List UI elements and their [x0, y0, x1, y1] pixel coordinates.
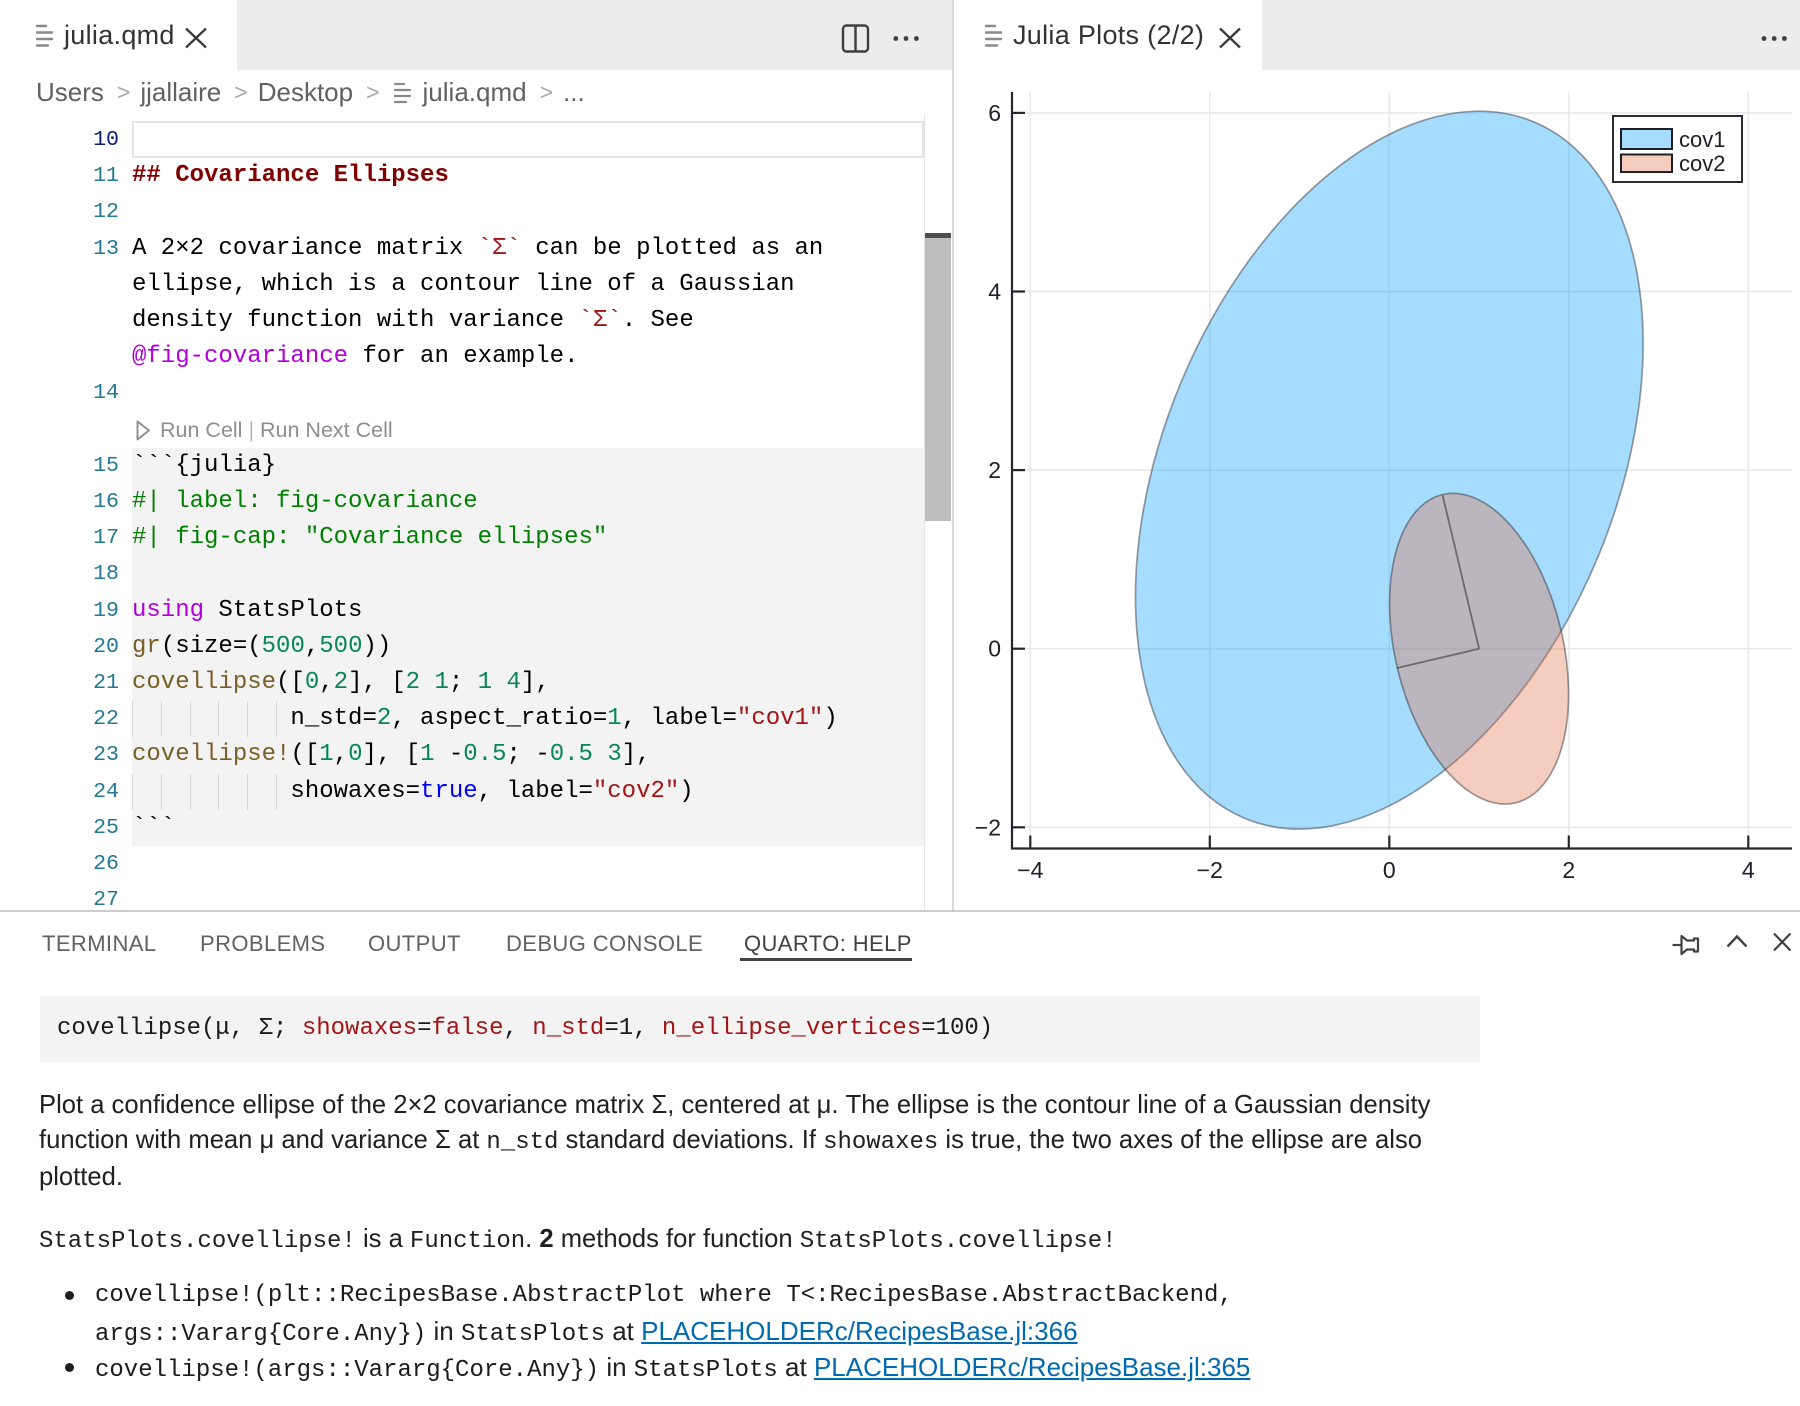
svg-text:4: 4: [1742, 857, 1755, 883]
svg-text:cov1: cov1: [1679, 127, 1725, 152]
svg-text:6: 6: [988, 100, 1001, 126]
svg-text:cov2: cov2: [1679, 151, 1725, 176]
svg-text:2: 2: [1562, 857, 1575, 883]
svg-text:−4: −4: [1017, 857, 1043, 883]
svg-text:0: 0: [1383, 857, 1396, 883]
svg-text:2: 2: [988, 457, 1001, 483]
svg-text:0: 0: [988, 636, 1001, 662]
svg-text:4: 4: [988, 279, 1001, 305]
svg-text:−2: −2: [1197, 857, 1223, 883]
svg-text:−2: −2: [975, 814, 1001, 840]
